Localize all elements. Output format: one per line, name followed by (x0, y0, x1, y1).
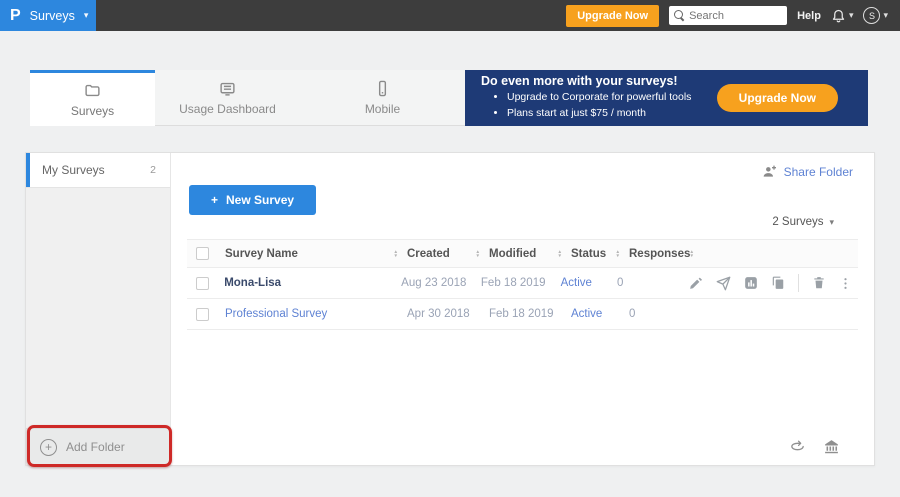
survey-name-link[interactable]: Professional Survey (225, 308, 327, 320)
more-kebab-icon[interactable] (839, 277, 852, 290)
app-menu-label: Surveys (30, 9, 75, 23)
promo-bullet: Upgrade to Corporate for powerful tools (507, 90, 691, 106)
sidebar-item-my-surveys[interactable]: My Surveys 2 (26, 153, 170, 187)
brand-logo: P (10, 8, 21, 24)
survey-count-label: 2 Surveys (772, 216, 823, 228)
tab-label: Usage Dashboard (179, 102, 276, 116)
select-all-checkbox[interactable] (196, 247, 209, 260)
add-folder-label: Add Folder (66, 440, 125, 454)
avatar: S (863, 7, 880, 24)
folder-count-badge: 2 (150, 164, 156, 176)
promo-bullet-list: Upgrade to Corporate for powerful tools … (507, 90, 691, 122)
survey-list-area: Share Folder + New Survey 2 Surveys ▾ Su… (171, 153, 874, 465)
share-folder-label: Share Folder (784, 165, 853, 179)
status-badge[interactable]: Active (561, 277, 592, 289)
column-header-responses: Responses (629, 248, 690, 260)
new-survey-button[interactable]: + New Survey (189, 185, 316, 215)
promo-text: Do even more with your surveys! Upgrade … (481, 74, 691, 122)
new-survey-label: New Survey (226, 193, 294, 207)
report-chart-icon[interactable] (744, 276, 758, 290)
created-date: Aug 23 2018 (401, 277, 466, 289)
tab-label: Mobile (365, 102, 400, 116)
responses-count: 0 (629, 308, 635, 320)
modified-date: Feb 18 2019 (481, 277, 546, 289)
chevron-down-icon: ▾ (84, 11, 89, 20)
actions-divider (798, 274, 799, 292)
surveys-panel: My Surveys 2 + Add Folder Share Folder +… (25, 152, 875, 466)
promo-bullet: Plans start at just $75 / month (507, 106, 691, 122)
row-checkbox[interactable] (196, 277, 209, 290)
tab-surveys[interactable]: Surveys (30, 70, 155, 126)
tab-mobile[interactable]: Mobile (300, 70, 465, 126)
folder-icon (84, 82, 101, 99)
add-folder-area: + Add Folder (26, 428, 170, 465)
chevron-down-icon: ▾ (849, 11, 854, 20)
dashboard-icon (219, 80, 236, 97)
search-input[interactable] (689, 10, 782, 22)
add-circle-icon: + (40, 439, 57, 456)
mobile-icon (374, 80, 391, 97)
search-icon (674, 10, 685, 21)
sort-icon[interactable]: ▴▾ (558, 250, 561, 258)
promo-banner: Do even more with your surveys! Upgrade … (465, 70, 868, 126)
sidebar-empty-area (26, 187, 170, 428)
tab-label: Surveys (71, 104, 114, 118)
folder-label: My Surveys (42, 163, 105, 177)
table-header-row: Survey Name ▴▾ Created ▴▾ Modified ▴▾ St… (187, 239, 858, 268)
table-row: Mona-Lisa Aug 23 2018 Feb 18 2019 Active… (187, 268, 858, 299)
bell-icon (831, 8, 846, 23)
send-plane-icon[interactable] (716, 276, 731, 291)
table-row: Professional Survey Apr 30 2018 Feb 18 2… (187, 299, 858, 330)
notifications-menu[interactable]: ▾ (831, 8, 854, 23)
account-menu[interactable]: S ▾ (863, 7, 888, 24)
plus-icon: + (211, 193, 218, 207)
help-link[interactable]: Help (797, 10, 821, 22)
delete-trash-icon[interactable] (812, 276, 826, 290)
topbar-actions: Upgrade Now Help ▾ S ▾ (566, 0, 900, 31)
column-header-created: Created (407, 248, 450, 260)
tab-usage-dashboard[interactable]: Usage Dashboard (155, 70, 300, 126)
surveys-table: Survey Name ▴▾ Created ▴▾ Modified ▴▾ St… (187, 239, 858, 330)
folders-sidebar: My Surveys 2 + Add Folder (26, 153, 171, 465)
archive-bank-icon[interactable] (823, 438, 840, 455)
sort-icon[interactable]: ▴▾ (690, 250, 693, 258)
column-header-status: Status (571, 248, 606, 260)
sync-loop-icon[interactable] (789, 438, 806, 455)
share-folder-link[interactable]: Share Folder (761, 164, 853, 180)
row-checkbox[interactable] (196, 308, 209, 321)
share-person-icon (761, 164, 777, 180)
copy-icon[interactable] (771, 276, 785, 290)
column-header-survey-name: Survey Name (225, 248, 298, 260)
panel-footer-icons (789, 438, 840, 455)
search-box[interactable] (669, 6, 787, 25)
chevron-down-icon: ▾ (829, 218, 834, 227)
tab-strip: Surveys Usage Dashboard Mobile Do even m… (30, 70, 868, 126)
created-date: Apr 30 2018 (407, 308, 470, 320)
sort-icon[interactable]: ▴▾ (616, 250, 619, 258)
modified-date: Feb 18 2019 (489, 308, 554, 320)
edit-pencil-icon[interactable] (689, 276, 703, 290)
app-switcher[interactable]: P Surveys ▾ (0, 0, 96, 31)
promo-title: Do even more with your surveys! (481, 74, 691, 88)
responses-count: 0 (617, 277, 623, 289)
sort-icon[interactable]: ▴▾ (394, 250, 397, 258)
chevron-down-icon: ▾ (883, 11, 888, 20)
top-bar: P Surveys ▾ Upgrade Now Help ▾ S ▾ (0, 0, 900, 31)
status-badge[interactable]: Active (571, 308, 602, 320)
upgrade-now-button[interactable]: Upgrade Now (566, 5, 659, 27)
add-folder-button[interactable]: + Add Folder (26, 428, 170, 465)
sort-icon[interactable]: ▴▾ (476, 250, 479, 258)
banner-upgrade-button[interactable]: Upgrade Now (717, 84, 838, 112)
column-header-modified: Modified (489, 248, 536, 260)
survey-count-dropdown[interactable]: 2 Surveys ▾ (772, 216, 834, 228)
survey-name-link[interactable]: Mona-Lisa (224, 277, 281, 289)
